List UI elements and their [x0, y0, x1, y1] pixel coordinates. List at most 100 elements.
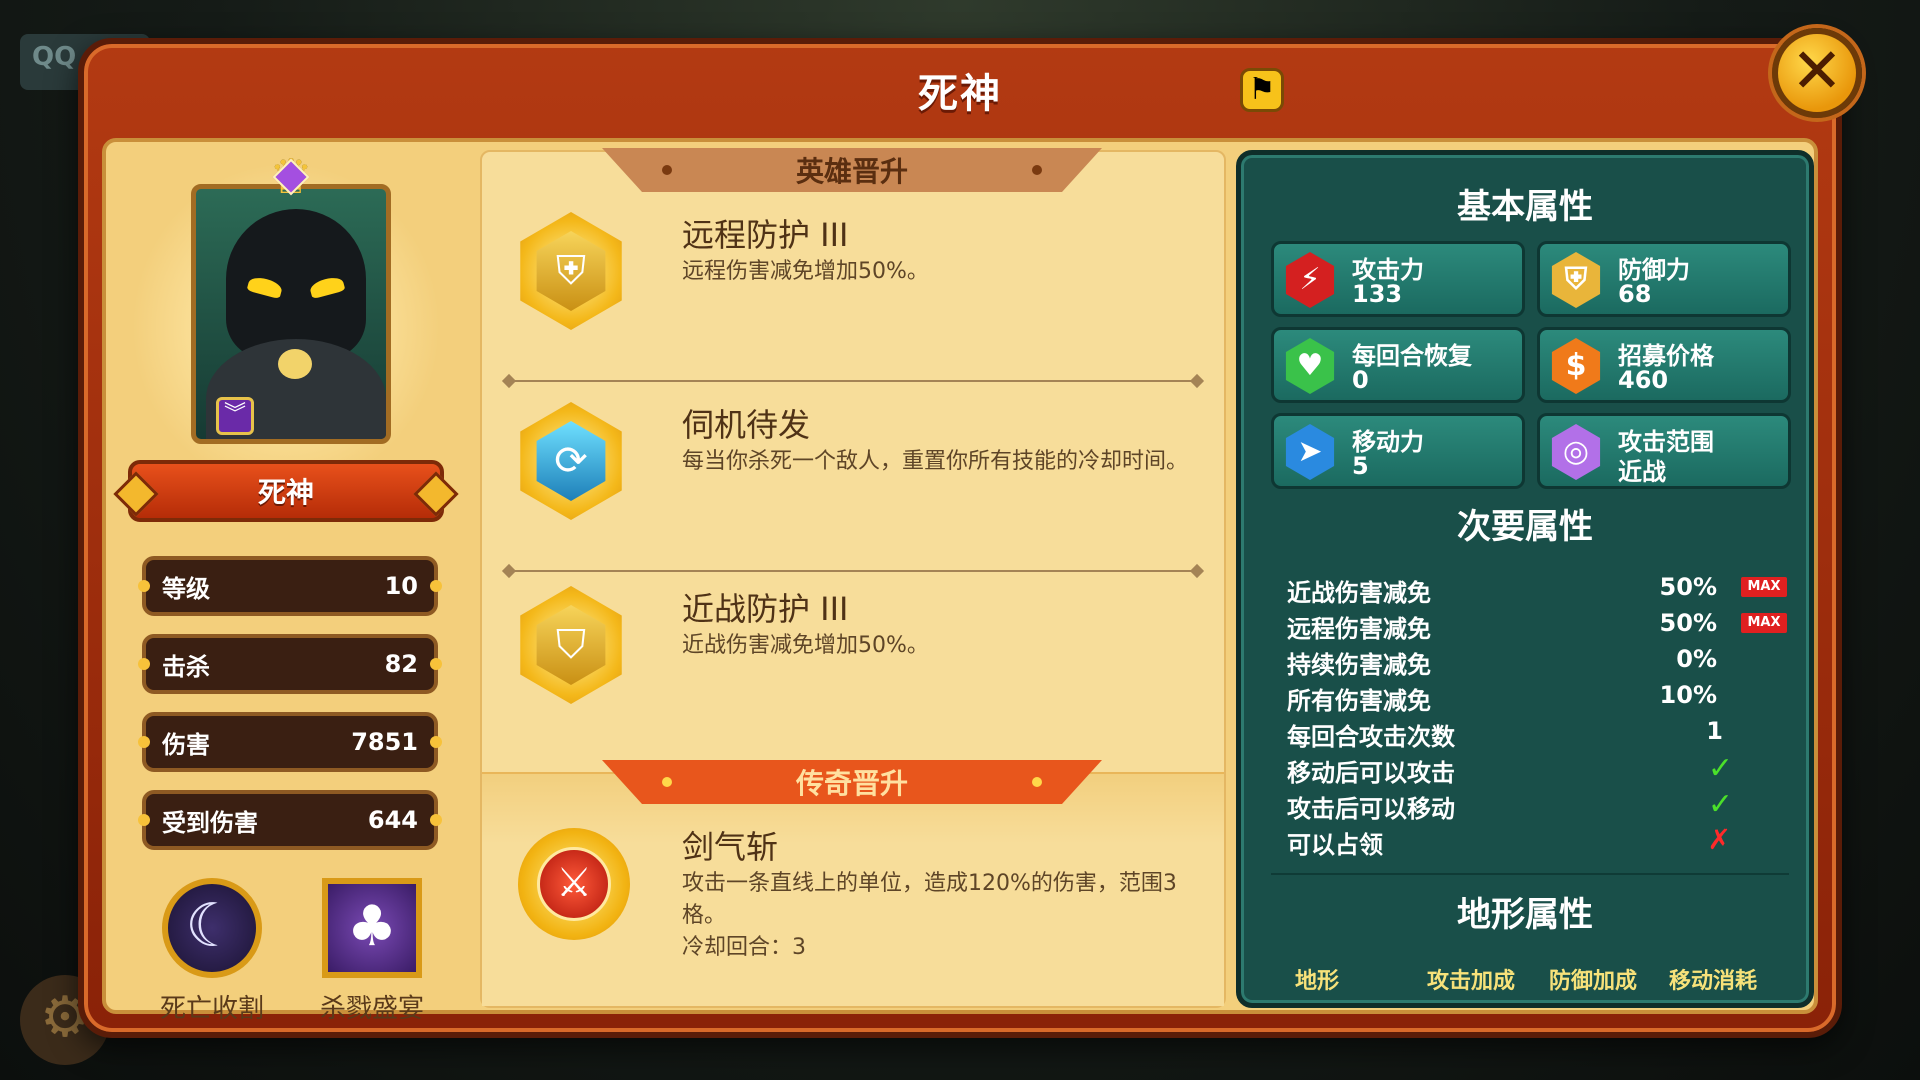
secondary-row: 近战伤害减免 50% MAX [1287, 573, 1787, 607]
hero-name-banner: 死神 [128, 460, 444, 522]
secondary-row: 所有伤害减免 10% [1287, 681, 1787, 715]
promotion-item[interactable]: ⟳ 伺机待发 每当你杀死一个敌人，重置你所有技能的冷却时间。 [482, 390, 1228, 540]
terrain-header: 防御加成 [1549, 969, 1638, 994]
content-panel: ︾ ♛ 死神 等级 10 击杀 82 伤害 7851 受到伤害 644 [102, 138, 1818, 1024]
stat-kills: 击杀 82 [138, 634, 442, 694]
stat-value: 10 [384, 572, 418, 600]
row-value: 10% [1659, 681, 1717, 709]
eye [246, 274, 284, 300]
row-value: 50% [1659, 573, 1717, 601]
check-icon: ✓ [1707, 787, 1733, 822]
hero-portrait: ︾ [191, 184, 391, 444]
ribbon-dot [662, 777, 672, 787]
stat-value: 644 [367, 806, 418, 834]
range-icon: ◎ [1551, 424, 1601, 480]
sword-reset-icon: ⟳ [520, 402, 622, 520]
hood [226, 209, 366, 359]
row-label: 可以占领 [1287, 831, 1383, 859]
skill-desc: 远程伤害减免增加50%。 [682, 259, 929, 284]
flag-icon[interactable]: ⚑ [1240, 68, 1284, 112]
defense-icon: ⛨ [1551, 252, 1601, 308]
skill-button-reap[interactable]: ☾ [162, 878, 262, 978]
terrain-header: 移动消耗 [1669, 969, 1758, 994]
close-button[interactable]: ✕ [1772, 28, 1862, 118]
promotion-item[interactable]: ⛉ 近战防护 III 近战伤害减免增加50%。 [482, 574, 1228, 724]
promotion-title: 英雄晋升 [795, 155, 908, 188]
scythe-icon: ☾ [162, 878, 262, 978]
promotion-ribbon: 英雄晋升 [602, 148, 1102, 192]
hex-inner: ⛨ [536, 231, 606, 311]
skill-name: 伺机待发 [682, 406, 811, 444]
eye [308, 274, 346, 300]
secondary-row: 每回合攻击次数 1 [1287, 717, 1787, 751]
stat-value: 82 [384, 650, 418, 678]
terrain-header: 地形 [1295, 969, 1340, 994]
skill-desc: 每当你杀死一个敌人，重置你所有技能的冷却时间。 [682, 449, 1189, 474]
round-inner: ⚔ [537, 847, 611, 921]
divider [508, 380, 1198, 382]
stat-damage: 伤害 7851 [138, 712, 442, 772]
row-label: 近战伤害减免 [1287, 579, 1431, 607]
attack-icon: ⚡ [1285, 252, 1335, 308]
sword-slash-icon: ⚔ [518, 828, 630, 940]
basic-title: 基本属性 [1457, 187, 1593, 227]
ribbon-dot [1032, 777, 1042, 787]
attributes-panel: 基本属性 ⚡ 攻击力 133 ⛨ 防御力 68 ♥ 每回合恢复 0 $ 招募价格… [1236, 150, 1814, 1008]
secondary-row: 移动后可以攻击 ✓ [1287, 751, 1787, 787]
attr-card-range: ◎ 攻击范围 近战 [1537, 413, 1791, 489]
legend-title: 传奇晋升 [795, 767, 908, 800]
secondary-title: 次要属性 [1457, 507, 1593, 547]
skull-icon [278, 349, 312, 379]
ribbon-dot [662, 165, 672, 175]
skill-desc: 攻击一条直线上的单位，造成120%的伤害，范围3格。 [682, 871, 1177, 928]
legend-ribbon: 传奇晋升 [602, 760, 1102, 804]
row-value: 50% [1659, 609, 1717, 637]
stat-label: 击杀 [162, 652, 210, 681]
move-icon: ➤ [1285, 424, 1335, 480]
ribbon-dot [1032, 165, 1042, 175]
stat-label: 伤害 [162, 730, 210, 759]
attr-value: 5 [1352, 452, 1369, 480]
window-title: 死神 [918, 71, 1002, 117]
attr-value: 近战 [1618, 458, 1666, 486]
hero-detail-window: 死神 ⚑ ✕ ︾ ♛ 死神 等级 10 [78, 28, 1862, 1038]
skill-name: 近战防护 III [682, 590, 849, 628]
attr-value: 68 [1618, 280, 1652, 308]
hex-inner: ⟳ [536, 421, 606, 501]
hex-inner: ⛉ [536, 605, 606, 685]
attr-card-cost: $ 招募价格 460 [1537, 327, 1791, 403]
row-label: 攻击后可以移动 [1287, 795, 1455, 823]
secondary-row: 远程伤害减免 50% MAX [1287, 609, 1787, 643]
row-value: 1 [1706, 717, 1723, 745]
close-icon: ✕ [1791, 34, 1843, 107]
skill-cooldown: 冷却回合：3 [682, 935, 806, 960]
attr-label: 每回合恢复 [1352, 342, 1472, 370]
stat-label: 等级 [162, 574, 210, 603]
feast-icon: ♣ [322, 878, 422, 978]
legend-item[interactable]: ⚔ 剑气斩 攻击一条直线上的单位，造成120%的伤害，范围3格。 冷却回合：3 [482, 822, 1228, 1002]
attr-value: 133 [1352, 280, 1403, 308]
check-icon: ✓ [1707, 751, 1733, 786]
melee-shield-icon: ⛉ [520, 586, 622, 704]
skill-name: 剑气斩 [682, 828, 779, 866]
row-label: 所有伤害减免 [1287, 687, 1431, 715]
skill-button-feast[interactable]: ♣ [322, 878, 422, 978]
divider [508, 570, 1198, 572]
hero-name: 死神 [257, 476, 314, 509]
secondary-row: 攻击后可以移动 ✓ [1287, 787, 1787, 823]
cost-icon: $ [1551, 338, 1601, 394]
stat-value: 7851 [351, 728, 418, 756]
attr-value: 460 [1618, 366, 1669, 394]
promotion-item[interactable]: ⛨ 远程防护 III 远程伤害减免增加50%。 [482, 200, 1228, 350]
row-label: 每回合攻击次数 [1287, 723, 1455, 751]
separator [1271, 873, 1789, 875]
attr-card-defense: ⛨ 防御力 68 [1537, 241, 1791, 317]
skill-caption: 杀戮盛宴 [319, 994, 424, 1024]
attr-value: 0 [1352, 366, 1369, 394]
terrain-title: 地形属性 [1457, 895, 1593, 935]
row-label: 移动后可以攻击 [1287, 759, 1455, 787]
secondary-row: 持续伤害减免 0% [1287, 645, 1787, 679]
attr-card-move: ➤ 移动力 5 [1271, 413, 1525, 489]
rank-badge-icon: ︾ [216, 397, 254, 435]
hero-profile: ︾ ♛ 死神 等级 10 击杀 82 伤害 7851 受到伤害 644 [106, 142, 466, 1024]
